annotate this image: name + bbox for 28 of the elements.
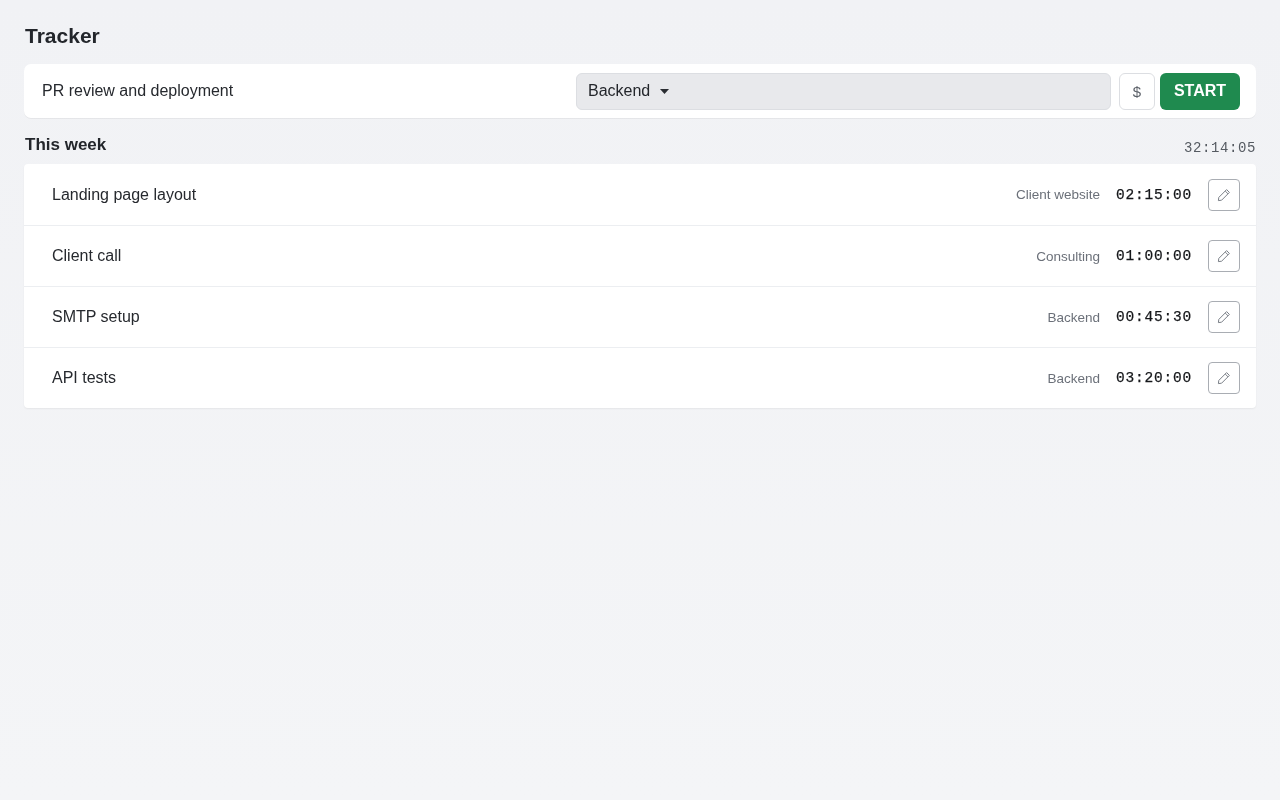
entry-project: Client website [1015,187,1100,202]
section-heading: This week [25,134,107,156]
entry-title: API tests [52,369,118,387]
pencil-icon [1217,310,1231,324]
pencil-icon [1217,371,1231,385]
entry-project: Backend [1047,309,1100,325]
project-dropdown[interactable]: Backend [576,72,1111,110]
pencil-icon [1217,187,1231,202]
edit-button[interactable] [1208,301,1240,333]
page-title: Tracker [25,23,101,49]
week-total: 32:14:05 [1184,139,1256,157]
entry-duration: 03:20:00 [1116,370,1192,386]
start-button[interactable]: START [1160,72,1240,110]
pencil-icon [1217,249,1231,263]
caret-icon [660,88,670,94]
entry-duration: 02:15:00 [1116,186,1192,203]
billable-button[interactable]: $ [1119,72,1155,110]
edit-button[interactable] [1208,178,1240,211]
entry-project: Backend [1047,370,1100,386]
edit-button[interactable] [1208,362,1240,394]
entry-duration: 01:00:00 [1116,248,1192,264]
entry-title: Landing page layout [52,185,198,204]
description-input[interactable]: PR review and deployment [24,64,568,118]
entry-title: SMTP setup [52,308,141,326]
entry-title: Client call [52,247,123,265]
edit-button[interactable] [1208,240,1240,272]
entry-duration: 00:45:30 [1116,309,1192,325]
entry-project: Consulting [1036,248,1100,264]
